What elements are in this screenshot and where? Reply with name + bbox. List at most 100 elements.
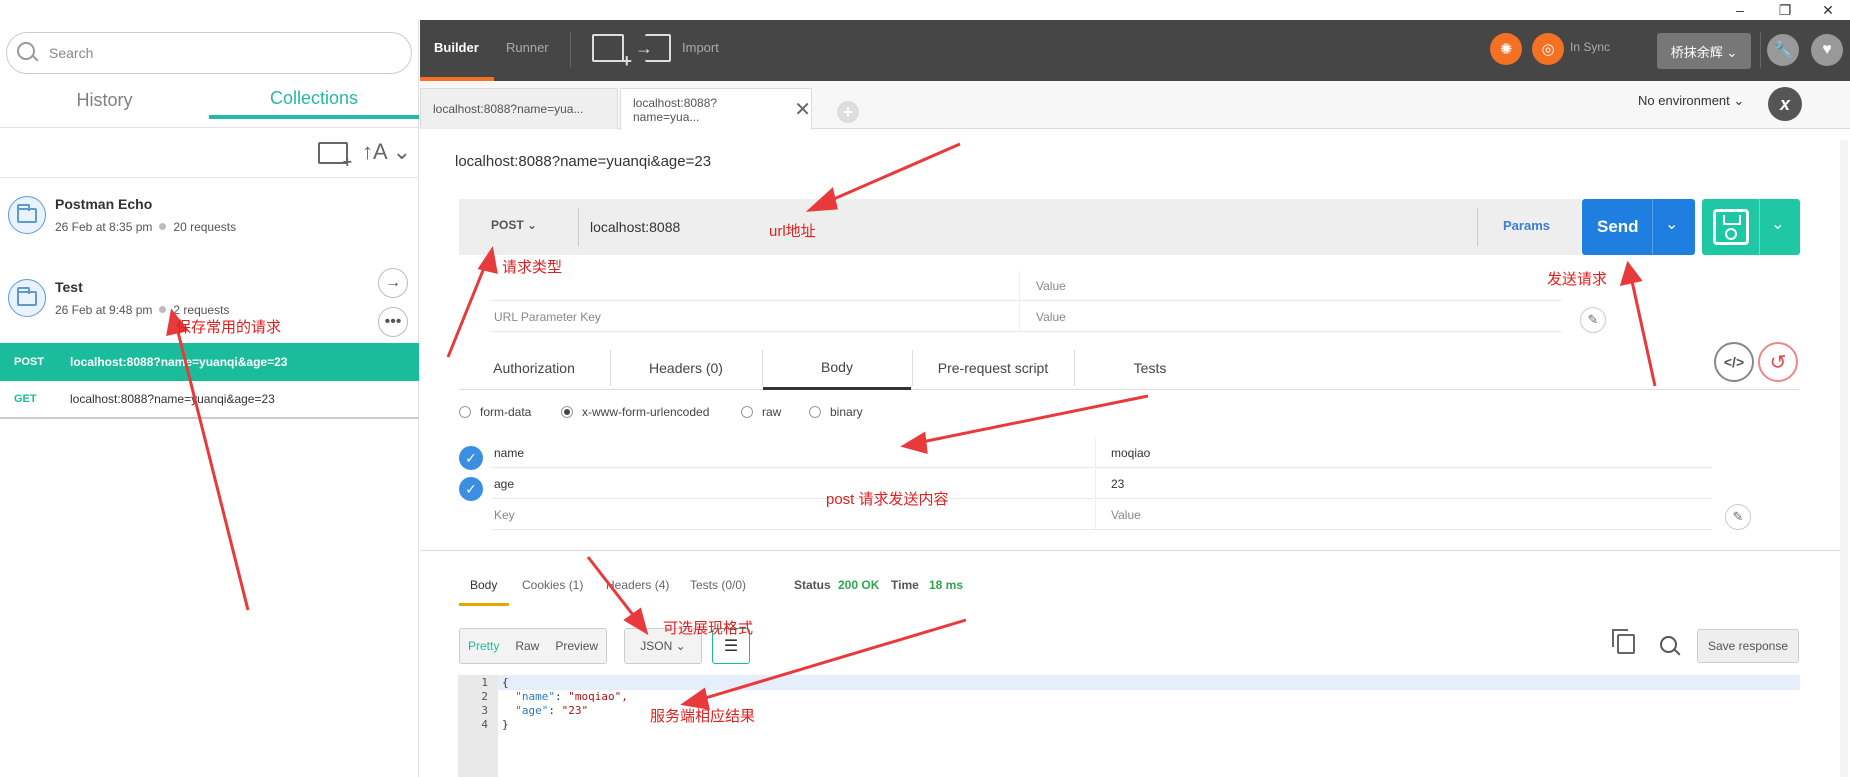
search-box[interactable] xyxy=(6,32,412,74)
environment-select[interactable]: No environment ⌄ xyxy=(1638,93,1744,109)
new-collection-icon[interactable] xyxy=(318,142,352,172)
params-button[interactable]: Params xyxy=(1503,218,1550,233)
response-tab-cookies[interactable]: Cookies (1) xyxy=(522,578,583,592)
interceptor-icon[interactable]: ✺ xyxy=(1490,33,1522,65)
body-mode-raw[interactable]: raw xyxy=(741,403,781,421)
param-row[interactable]: Value xyxy=(490,271,1562,301)
body-value-placeholder[interactable]: Value xyxy=(1111,508,1141,522)
reset-icon[interactable]: ↺ xyxy=(1758,342,1798,382)
environment-quicklook-icon[interactable]: x xyxy=(1768,87,1802,121)
body-row[interactable]: name moqiao xyxy=(492,438,1712,468)
format-toggle: Pretty Raw Preview xyxy=(459,628,607,664)
generate-code-icon[interactable]: </> xyxy=(1714,342,1754,382)
tab-pre-request-script[interactable]: Pre-request script xyxy=(913,346,1073,390)
annotation-result: 服务端相应结果 xyxy=(650,708,756,725)
window-titlebar xyxy=(0,0,1850,20)
search-input[interactable] xyxy=(49,45,389,61)
scrollbar[interactable] xyxy=(1840,140,1848,777)
checkbox-checked-icon[interactable]: ✓ xyxy=(459,477,483,501)
body-mode-urlencoded[interactable]: x-www-form-urlencoded xyxy=(561,403,709,421)
body-key-placeholder[interactable]: Key xyxy=(494,508,515,522)
arrow-right-icon[interactable]: → xyxy=(378,268,408,298)
heart-icon[interactable]: ♥ xyxy=(1811,34,1843,66)
toolbar-divider xyxy=(570,32,571,68)
save-icon xyxy=(1713,209,1749,245)
param-value[interactable]: Value xyxy=(1036,310,1066,324)
response-tab-body[interactable]: Body xyxy=(470,578,497,592)
annotation-saved: 保存常用的请求 xyxy=(176,319,282,336)
arrow-body xyxy=(911,394,1149,446)
format-raw[interactable]: Raw xyxy=(507,639,547,653)
radio-icon[interactable] xyxy=(741,406,753,418)
chevron-down-icon[interactable]: ⌄ xyxy=(1665,214,1678,234)
tab-history[interactable]: History xyxy=(0,81,209,119)
radio-icon[interactable] xyxy=(561,406,573,418)
request-tab-active[interactable]: localhost:8088?name=yua... ✕ xyxy=(620,88,812,130)
builder-tab[interactable]: Builder xyxy=(434,40,479,55)
checkbox-checked-icon[interactable]: ✓ xyxy=(459,446,483,470)
param-row[interactable]: URL Parameter Key Value xyxy=(490,302,1562,332)
import-button[interactable]: Import xyxy=(682,40,719,55)
copy-icon[interactable] xyxy=(1612,629,1635,654)
sync-icon[interactable]: ◎ xyxy=(1532,33,1564,65)
arrow-method xyxy=(446,257,490,358)
sort-icon[interactable]: ↑A ⌄ xyxy=(362,139,411,165)
user-menu-button[interactable]: 桥抹余辉 ⌄ xyxy=(1657,33,1751,69)
format-pretty[interactable]: Pretty xyxy=(460,639,507,653)
close-icon[interactable]: ✕ xyxy=(794,97,811,122)
body-value[interactable]: moqiao xyxy=(1111,446,1150,460)
request-url: localhost:8088?name=yuanqi&age=23 xyxy=(70,392,275,406)
code-line: 2 "name": "moqiao", xyxy=(481,690,628,703)
body-mode-form-data[interactable]: form-data xyxy=(459,403,531,421)
response-tab-tests[interactable]: Tests (0/0) xyxy=(690,578,746,592)
param-value[interactable]: Value xyxy=(1036,279,1066,293)
sidebar-request-post[interactable]: POST localhost:8088?name=yuanqi&age=23 xyxy=(0,343,419,381)
tab-body[interactable]: Body xyxy=(763,346,911,390)
response-divider xyxy=(420,550,1840,551)
new-window-icon[interactable] xyxy=(592,34,632,72)
annotation-format: 可选展现格式 xyxy=(663,620,754,637)
body-row[interactable]: age 23 xyxy=(492,469,1712,499)
status-label: Status xyxy=(794,578,831,592)
folder-icon xyxy=(8,196,46,234)
chevron-down-icon[interactable]: ⌄ xyxy=(1771,214,1784,234)
sidebar-request-get[interactable]: GET localhost:8088?name=yuanqi&age=23 xyxy=(0,381,419,419)
folder-icon xyxy=(8,279,46,317)
tab-authorization[interactable]: Authorization xyxy=(459,346,609,390)
active-line-highlight xyxy=(498,675,1800,690)
restore-button[interactable]: ❐ xyxy=(1765,0,1805,20)
radio-icon[interactable] xyxy=(809,406,821,418)
bulk-edit-pencil-icon[interactable]: ✎ xyxy=(1725,504,1751,530)
bulk-edit-pencil-icon[interactable]: ✎ xyxy=(1580,307,1606,333)
tab-headers[interactable]: Headers (0) xyxy=(611,346,761,390)
request-tab[interactable]: localhost:8088?name=yua... xyxy=(420,88,618,129)
more-options-icon[interactable]: ••• xyxy=(378,307,408,337)
body-mode-binary[interactable]: binary xyxy=(809,403,863,421)
tab-collections[interactable]: Collections xyxy=(209,81,419,119)
response-tab-headers[interactable]: Headers (4) xyxy=(606,578,669,592)
url-input[interactable] xyxy=(590,212,1470,242)
save-response-button[interactable]: Save response xyxy=(1697,629,1799,663)
annotation-send: 发送请求 xyxy=(1547,271,1608,288)
code-line: 1{ xyxy=(481,676,509,689)
body-row-empty[interactable]: Key Value xyxy=(492,500,1712,530)
search-icon[interactable] xyxy=(1660,636,1682,658)
annotation-url: url地址 xyxy=(769,223,816,240)
radio-icon[interactable] xyxy=(459,406,471,418)
format-preview[interactable]: Preview xyxy=(547,639,606,653)
minimize-button[interactable]: – xyxy=(1720,0,1760,20)
runner-tab[interactable]: Runner xyxy=(506,40,549,55)
annotation-body: post 请求发送内容 xyxy=(826,491,949,508)
method-select[interactable]: POST ⌄ xyxy=(491,218,537,232)
tab-tests[interactable]: Tests xyxy=(1075,346,1225,390)
request-method: POST xyxy=(14,356,44,368)
param-key[interactable]: URL Parameter Key xyxy=(494,310,601,324)
body-key[interactable]: age xyxy=(494,477,514,491)
body-key[interactable]: name xyxy=(494,446,524,460)
settings-wrench-icon[interactable]: 🔧 xyxy=(1767,34,1799,66)
import-icon[interactable] xyxy=(635,34,671,62)
collection-postman-echo[interactable] xyxy=(0,184,419,254)
add-tab-icon[interactable]: + xyxy=(837,101,859,123)
close-window-button[interactable]: ✕ xyxy=(1808,0,1848,20)
body-value[interactable]: 23 xyxy=(1111,477,1124,491)
